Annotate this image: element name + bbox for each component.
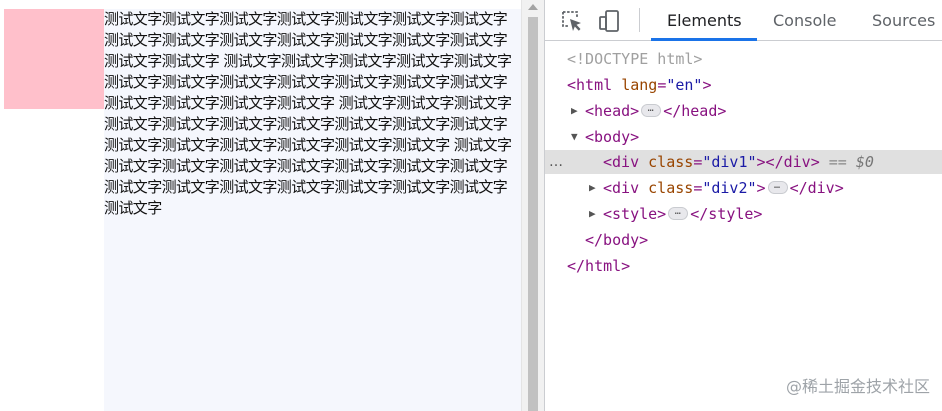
div1-attr-name: class (648, 153, 694, 171)
active-tab-indicator (651, 38, 757, 41)
device-toolbar-icon[interactable] (597, 8, 623, 34)
toolbar-divider (639, 8, 640, 32)
collapsed-content-ellipsis[interactable]: … (668, 207, 689, 220)
div2-open-close: > (756, 179, 766, 197)
style-close-tag: </style> (690, 205, 763, 223)
scrollbar-thumb[interactable] (528, 17, 538, 411)
div2-text: 测试文字测试文字测试文字测试文字测试文字测试文字测试文字测试文字测试文字测试文字… (104, 10, 512, 217)
watermark: @稀土掘金技术社区 (785, 377, 930, 396)
dom-node-html-close[interactable]: </html> (545, 254, 942, 278)
tab-sources[interactable]: Sources (872, 0, 935, 41)
collapsed-content-ellipsis[interactable]: … (767, 181, 788, 194)
expand-arrow-icon[interactable]: ▶ (589, 202, 596, 226)
equals-marker: == (828, 153, 847, 171)
dom-node-body[interactable]: ▼ <body> (545, 125, 942, 149)
div2-open-tag: <div (603, 179, 640, 197)
scroll-up-arrow-icon[interactable] (528, 4, 538, 10)
html-attr-value: "en" (666, 76, 703, 94)
dom-node-html[interactable]: <html lang="en"> (545, 73, 942, 97)
body-open-tag: <body> (585, 128, 640, 146)
dollar-zero-ref: $0 (855, 153, 874, 171)
body-close-tag: </body> (585, 231, 649, 249)
div1-open-tag: <div (603, 153, 640, 171)
dom-node-head[interactable]: ▶ <head>… </head> (545, 99, 942, 123)
devtools-panel: Elements Console Sources <!DOCTYPE html>… (544, 0, 942, 411)
html-open-close: > (702, 76, 712, 94)
collapse-arrow-icon[interactable]: ▼ (571, 125, 578, 149)
tab-console[interactable]: Console (773, 0, 837, 41)
div1-attr-value: "div1" (702, 153, 757, 171)
html-close-tag: </html> (567, 257, 631, 275)
devtools-toolbar: Elements Console Sources (545, 0, 942, 41)
expand-arrow-icon[interactable]: ▶ (589, 176, 596, 200)
div1-close-tag: ></div> (756, 153, 820, 171)
div2-attr-name: class (648, 179, 694, 197)
div2-close-tag: </div> (789, 179, 844, 197)
dom-node-div2[interactable]: ▶ <div class="div2">… </div> (545, 176, 942, 200)
dom-node-style[interactable]: ▶ <style>… </style> (545, 202, 942, 226)
dom-node-body-close[interactable]: </body> (545, 228, 942, 252)
html-attr-name: lang (621, 76, 658, 94)
expand-arrow-icon[interactable]: ▶ (571, 99, 578, 123)
html-open-tag: <html (567, 76, 613, 94)
inspect-element-icon[interactable] (559, 8, 585, 34)
tab-elements[interactable]: Elements (667, 0, 742, 41)
div1-pink-box (4, 9, 104, 109)
head-close-tag: </head> (663, 102, 727, 120)
div2-attr-value: "div2" (702, 179, 757, 197)
dom-node-doctype[interactable]: <!DOCTYPE html> (545, 47, 942, 71)
collapsed-content-ellipsis[interactable]: … (641, 104, 662, 117)
more-options-icon[interactable]: … (549, 150, 564, 174)
dom-node-div1-selected[interactable]: … <div class="div1"></div> == $0 (545, 150, 942, 174)
page-scrollbar[interactable] (521, 0, 544, 411)
page-viewport: 测试文字测试文字测试文字测试文字测试文字测试文字测试文字测试文字测试文字测试文字… (0, 0, 521, 411)
div2-text-block: 测试文字测试文字测试文字测试文字测试文字测试文字测试文字测试文字测试文字测试文字… (104, 9, 521, 411)
head-open-tag: <head> (585, 102, 640, 120)
doctype-text: <!DOCTYPE html> (567, 50, 703, 68)
style-open-tag: <style> (603, 205, 667, 223)
